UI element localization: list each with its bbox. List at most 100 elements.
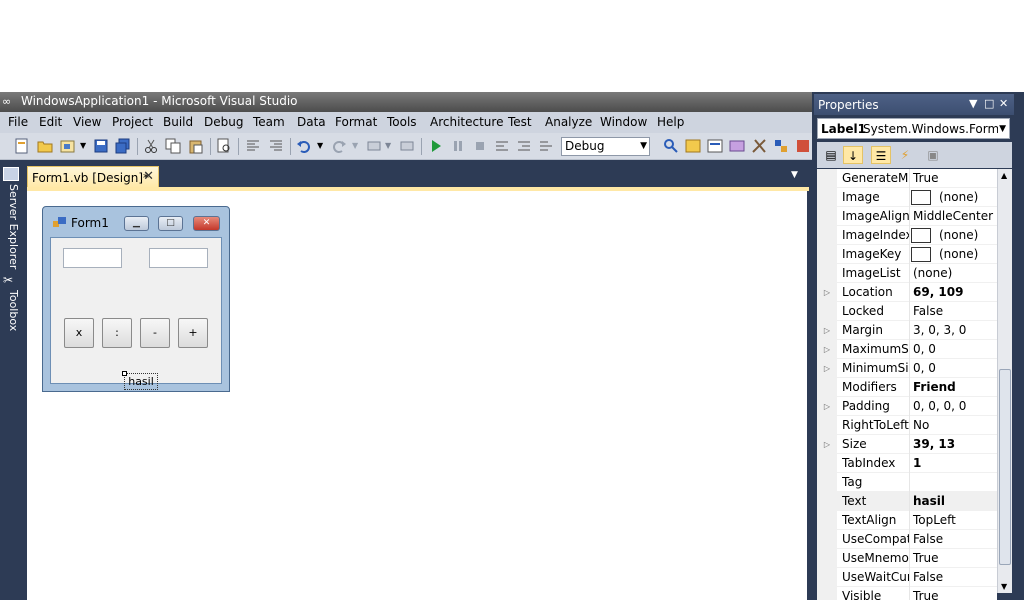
property-value[interactable]: False	[913, 532, 943, 546]
menu-edit[interactable]: Edit	[39, 115, 62, 129]
properties-view-icon[interactable]: ☰	[871, 146, 891, 164]
add-button[interactable]: +	[178, 318, 208, 348]
menu-analyze[interactable]: Analyze	[545, 115, 592, 129]
divide-button[interactable]: :	[102, 318, 132, 348]
property-value[interactable]: False	[913, 304, 943, 318]
property-value[interactable]: 69, 109	[913, 285, 963, 299]
result-label[interactable]: hasil	[124, 373, 158, 390]
stop-debugging-icon[interactable]	[472, 138, 488, 154]
property-value[interactable]: MiddleCenter	[913, 209, 993, 223]
active-files-dropdown-icon[interactable]: ▼	[791, 170, 798, 180]
open-file-icon[interactable]	[37, 138, 53, 154]
paste-icon[interactable]	[188, 138, 204, 154]
window-position-dropdown-icon[interactable]: ▼	[969, 97, 977, 110]
property-row[interactable]: GenerateMem True	[817, 169, 997, 188]
extension-manager-icon[interactable]	[773, 138, 789, 154]
toolbox-tab[interactable]: Toolbox	[2, 290, 20, 331]
property-row[interactable]: Image (none)	[817, 188, 997, 207]
menu-window[interactable]: Window	[600, 115, 647, 129]
new-project-icon[interactable]	[14, 138, 30, 154]
property-value[interactable]: hasil	[913, 494, 945, 508]
property-value[interactable]: 0, 0	[913, 342, 936, 356]
property-row[interactable]: ▷ Size 39, 13	[817, 435, 997, 454]
alphabetical-icon[interactable]: ↓	[843, 146, 863, 164]
server-explorer-tab[interactable]: Server Explorer	[2, 184, 20, 269]
subtract-button[interactable]: -	[140, 318, 170, 348]
property-row[interactable]: ImageIndex (none)	[817, 226, 997, 245]
menu-test[interactable]: Test	[508, 115, 532, 129]
property-value[interactable]: No	[913, 418, 929, 432]
close-icon[interactable]: ✕	[143, 169, 154, 184]
property-row[interactable]: UseWaitCurs False	[817, 568, 997, 587]
property-row[interactable]: ▷ Margin 3, 0, 3, 0	[817, 321, 997, 340]
copy-icon[interactable]	[165, 138, 181, 154]
textbox-1[interactable]	[63, 248, 122, 268]
start-page-icon[interactable]	[795, 138, 811, 154]
property-value[interactable]: False	[913, 570, 943, 584]
property-value[interactable]: (none)	[913, 266, 952, 280]
property-row[interactable]: UseCompati False	[817, 530, 997, 549]
scroll-down-icon[interactable]: ▼	[1001, 582, 1007, 591]
object-selector[interactable]: Label1 System.Windows.Forms.L ▼	[817, 118, 1010, 139]
property-value[interactable]: Friend	[913, 380, 956, 394]
property-value[interactable]: (none)	[939, 228, 978, 242]
find-in-files-icon[interactable]	[663, 138, 679, 154]
property-value[interactable]: 0, 0	[913, 361, 936, 375]
menu-team[interactable]: Team	[253, 115, 285, 129]
uncomment-lines-icon[interactable]	[268, 138, 284, 154]
expand-icon[interactable]: ▷	[817, 435, 837, 454]
expand-icon[interactable]: ▷	[817, 397, 837, 416]
menu-debug[interactable]: Debug	[204, 115, 243, 129]
expand-icon[interactable]: ▷	[817, 283, 837, 302]
comment-lines-icon[interactable]	[245, 138, 261, 154]
textbox-2[interactable]	[149, 248, 208, 268]
property-value[interactable]: True	[913, 171, 939, 185]
form-close-icon[interactable]: ✕	[193, 216, 220, 231]
property-value[interactable]: 3, 0, 3, 0	[913, 323, 966, 337]
maximize-icon[interactable]: □	[984, 97, 994, 110]
solution-configuration-select[interactable]: Debug ▼	[561, 137, 650, 156]
property-value[interactable]: True	[913, 551, 939, 565]
find-icon[interactable]	[216, 138, 232, 154]
property-row[interactable]: RightToLeft No	[817, 416, 997, 435]
property-row[interactable]: ▷ Padding 0, 0, 0, 0	[817, 397, 997, 416]
object-browser-icon[interactable]	[729, 138, 745, 154]
property-value[interactable]: 39, 13	[913, 437, 955, 451]
undo-icon[interactable]	[296, 138, 312, 154]
property-row[interactable]: Tag	[817, 473, 997, 492]
break-all-icon[interactable]	[450, 138, 466, 154]
property-row[interactable]: Locked False	[817, 302, 997, 321]
properties-window-icon[interactable]	[707, 138, 723, 154]
property-pages-icon[interactable]: ▣	[923, 146, 943, 164]
property-row[interactable]: ImageList (none)	[817, 264, 997, 283]
navigate-forward-icon[interactable]	[399, 138, 415, 154]
menu-architecture[interactable]: Architecture	[430, 115, 503, 129]
step-out-icon[interactable]	[538, 138, 554, 154]
property-value[interactable]: TopLeft	[913, 513, 956, 527]
save-icon[interactable]	[93, 138, 109, 154]
minimize-icon[interactable]: ▁	[124, 216, 149, 231]
property-row[interactable]: ▷ MinimumSiz 0, 0	[817, 359, 997, 378]
property-row[interactable]: ImageAlign MiddleCenter	[817, 207, 997, 226]
menu-data[interactable]: Data	[297, 115, 326, 129]
close-icon[interactable]: ✕	[999, 97, 1008, 110]
maximize-icon[interactable]: □	[158, 216, 183, 231]
selection-handle[interactable]	[122, 371, 127, 376]
property-row[interactable]: TabIndex 1	[817, 454, 997, 473]
scroll-up-icon[interactable]: ▲	[1001, 171, 1007, 180]
menu-build[interactable]: Build	[163, 115, 193, 129]
save-all-icon[interactable]	[115, 138, 131, 154]
step-into-icon[interactable]	[494, 138, 510, 154]
property-row[interactable]: UseMnemor True	[817, 549, 997, 568]
form-window[interactable]: Form1 ▁ □ ✕ x : - + hasil	[42, 206, 230, 392]
expand-icon[interactable]: ▷	[817, 340, 837, 359]
categorized-icon[interactable]: ▤	[821, 146, 841, 164]
redo-icon[interactable]	[331, 138, 347, 154]
menu-project[interactable]: Project	[112, 115, 153, 129]
property-row[interactable]: ▷ Location 69, 109	[817, 283, 997, 302]
property-row[interactable]: Modifiers Friend	[817, 378, 997, 397]
navigate-backward-icon[interactable]	[366, 138, 382, 154]
property-row[interactable]: TextAlign TopLeft	[817, 511, 997, 530]
step-over-icon[interactable]	[516, 138, 532, 154]
property-value[interactable]: (none)	[939, 247, 978, 261]
